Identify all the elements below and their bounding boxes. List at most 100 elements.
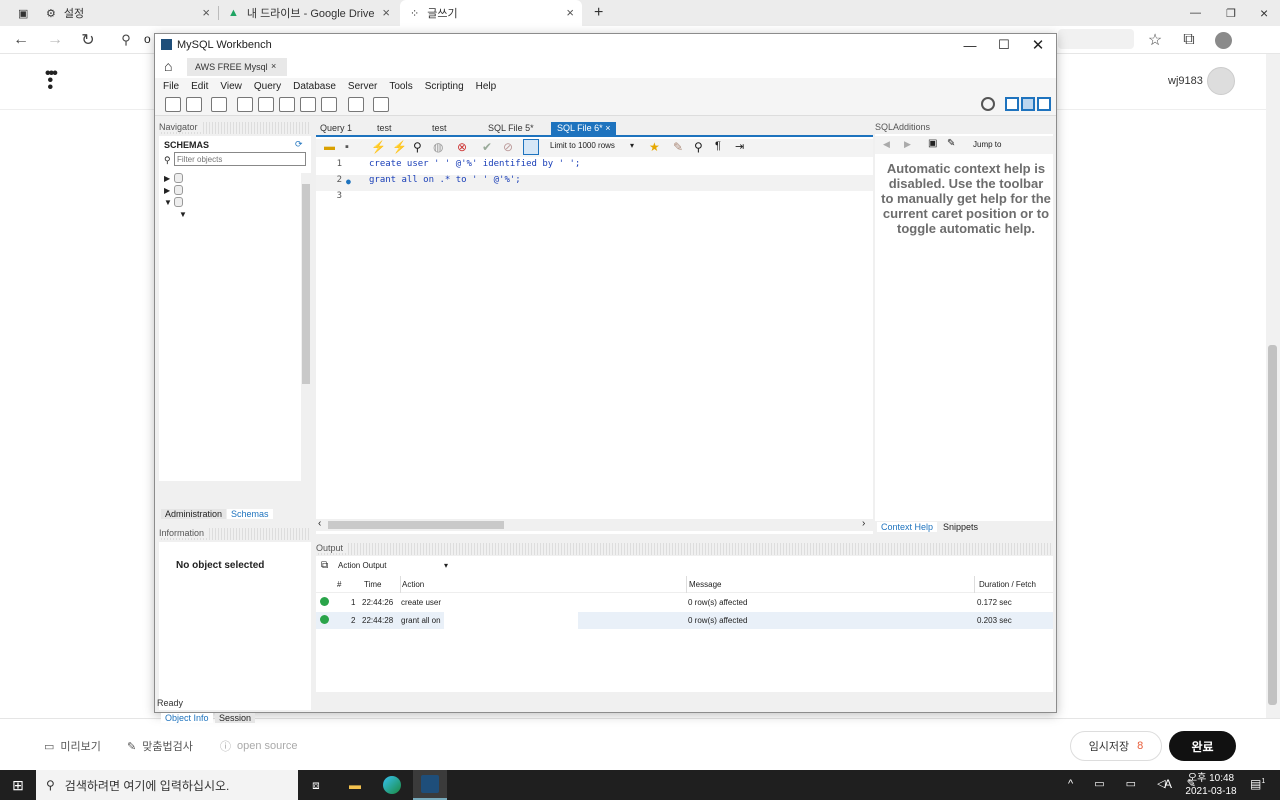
mysql-workbench-taskbar-icon[interactable]	[413, 770, 447, 800]
copy-icon[interactable]: ⧉	[321, 560, 328, 571]
table-row[interactable]: 1 22:44:26 create user 0 row(s) affected…	[316, 594, 1053, 611]
manual-help-icon[interactable]: ✎	[947, 138, 955, 149]
menu-edit[interactable]: Edit	[191, 81, 208, 92]
schemas-scrollbar-thumb[interactable]	[302, 184, 310, 384]
tab-query-1[interactable]: Query 1	[320, 123, 352, 133]
expand-arrow-icon[interactable]: ▶	[164, 186, 170, 195]
tab-actions-icon[interactable]: ▣	[8, 0, 32, 26]
browser-tab-drive[interactable]: ▲ 내 드라이브 - Google Drive ×	[218, 0, 398, 26]
expand-arrow-icon[interactable]: ▶	[164, 174, 170, 183]
close-icon[interactable]: ×	[382, 5, 390, 20]
tab-snippets[interactable]: Snippets	[939, 522, 982, 532]
execute-icon[interactable]: ⚡	[371, 140, 386, 154]
menu-help[interactable]: Help	[476, 81, 497, 92]
close-icon[interactable]: ×	[271, 61, 276, 71]
create-view-icon[interactable]	[279, 97, 295, 112]
avatar[interactable]	[1207, 67, 1235, 95]
code-line[interactable]: 1 create user ' ' @'%' identified by ' ';	[316, 159, 873, 175]
open-source-button[interactable]: ⓘ open source	[220, 738, 298, 754]
new-tab-button[interactable]: +	[584, 0, 610, 26]
open-sql-script-icon[interactable]	[186, 97, 202, 112]
tab-object-info[interactable]: Object Info	[161, 713, 213, 723]
address-bar[interactable]: o	[144, 32, 151, 46]
invisible-chars-icon[interactable]: ¶	[715, 140, 721, 152]
toggle-secondary-sidebar-icon[interactable]	[1037, 97, 1051, 111]
toggle-help-icon[interactable]: ▣	[928, 138, 937, 149]
refresh-icon[interactable]: ↻	[76, 28, 100, 52]
inspector-icon[interactable]	[211, 97, 227, 112]
forward-icon[interactable]: ▶	[904, 139, 911, 150]
back-icon[interactable]: ←	[9, 28, 33, 52]
limit-rows-select[interactable]: Limit to 1000 rows ▾	[546, 141, 638, 154]
explain-icon[interactable]: ⚲	[413, 140, 422, 154]
autocommit-icon[interactable]	[523, 139, 539, 155]
create-procedure-icon[interactable]	[300, 97, 316, 112]
preview-button[interactable]: ▭ 미리보기	[44, 738, 101, 754]
code-line[interactable]: 3	[316, 191, 873, 207]
commit-icon[interactable]: ✔	[482, 140, 492, 154]
done-button[interactable]: 완료	[1169, 731, 1236, 761]
add-snippet-icon[interactable]: ★	[649, 140, 660, 154]
maximize-icon[interactable]: ☐	[987, 34, 1021, 56]
action-output-select[interactable]: Action Output ▾	[338, 561, 448, 573]
home-icon[interactable]: ⌂	[164, 58, 172, 74]
reconnect-icon[interactable]	[373, 97, 389, 112]
chevron-right-icon[interactable]: ›	[862, 518, 865, 529]
close-icon[interactable]: ×	[202, 5, 210, 20]
temp-save-button[interactable]: 임시저장 8	[1070, 731, 1162, 761]
windows-start-icon[interactable]: ⊞	[6, 773, 30, 797]
back-icon[interactable]: ◀	[883, 139, 890, 150]
page-scrollbar-thumb[interactable]	[1268, 345, 1277, 705]
tab-sql-file-6[interactable]: SQL File 6* ×	[551, 122, 617, 136]
menu-query[interactable]: Query	[254, 81, 281, 92]
refresh-icon[interactable]: ⟳	[295, 139, 303, 150]
menu-database[interactable]: Database	[293, 81, 336, 92]
collapse-arrow-icon[interactable]: ▼	[164, 198, 172, 207]
profile-icon[interactable]	[1211, 28, 1235, 52]
tab-sql-file-5[interactable]: SQL File 5*	[488, 123, 534, 133]
editor-scrollbar-thumb[interactable]	[328, 521, 504, 529]
menu-file[interactable]: File	[163, 81, 179, 92]
collapse-arrow-icon[interactable]: ▼	[179, 210, 187, 219]
menu-server[interactable]: Server	[348, 81, 377, 92]
create-schema-icon[interactable]	[237, 97, 253, 112]
table-row[interactable]: 2 22:44:28 grant all on 0 row(s) affecte…	[316, 612, 1053, 629]
editor-horizontal-scrollbar[interactable]: ‹ ›	[316, 518, 873, 531]
tab-session[interactable]: Session	[215, 713, 256, 723]
filter-objects-input[interactable]	[174, 152, 306, 166]
input-language[interactable]: A	[1164, 777, 1172, 791]
browser-tab-write[interactable]: ⁘ 글쓰기 ×	[400, 0, 582, 26]
file-explorer-icon[interactable]: ▬	[343, 773, 367, 797]
toggle-error-icon[interactable]: ⊗	[457, 140, 467, 154]
rollback-icon[interactable]: ⊘	[503, 140, 513, 154]
collections-icon[interactable]: ⧉	[1177, 28, 1201, 52]
close-window-icon[interactable]: ×	[1250, 0, 1276, 26]
beautify-icon[interactable]: ✎	[673, 140, 683, 154]
jump-to-select[interactable]: Jump to	[973, 140, 1001, 149]
forward-icon[interactable]: →	[43, 28, 67, 52]
tab-schemas[interactable]: Schemas	[227, 509, 273, 519]
tab-context-help[interactable]: Context Help	[877, 522, 938, 532]
tab-test-1[interactable]: test	[377, 123, 392, 133]
code-line-current[interactable]: 2 ● grant all on .* to ' ' @'%';	[316, 175, 873, 191]
open-file-icon[interactable]: ▬	[324, 141, 335, 153]
taskbar-clock[interactable]: 오후 10:48 2021-03-18	[1180, 772, 1242, 798]
maximize-icon[interactable]: ❐	[1216, 0, 1242, 26]
toggle-output-icon[interactable]	[1021, 97, 1035, 111]
connection-tab[interactable]: AWS FREE Mysql ×	[187, 58, 287, 76]
toggle-sidebar-icon[interactable]	[1005, 97, 1019, 111]
spellcheck-button[interactable]: ✎ 맞춤법검사	[127, 738, 193, 754]
taskbar-search[interactable]: ⚲ 검색하려면 여기에 입력하십시오.	[36, 770, 298, 800]
stop-icon[interactable]: ◍	[433, 140, 443, 154]
word-wrap-icon[interactable]: ⇥	[735, 140, 744, 153]
close-icon[interactable]: ×	[605, 123, 610, 133]
execute-current-icon[interactable]: ⚡	[392, 140, 407, 154]
create-function-icon[interactable]	[321, 97, 337, 112]
minimize-icon[interactable]: —	[953, 34, 987, 56]
edge-icon[interactable]	[380, 773, 404, 797]
new-sql-tab-icon[interactable]	[165, 97, 181, 112]
search-table-icon[interactable]	[348, 97, 364, 112]
tistory-logo-icon[interactable]: ••• • •	[45, 66, 58, 96]
menu-tools[interactable]: Tools	[389, 81, 412, 92]
favorites-star-icon[interactable]: ☆	[1143, 28, 1167, 52]
